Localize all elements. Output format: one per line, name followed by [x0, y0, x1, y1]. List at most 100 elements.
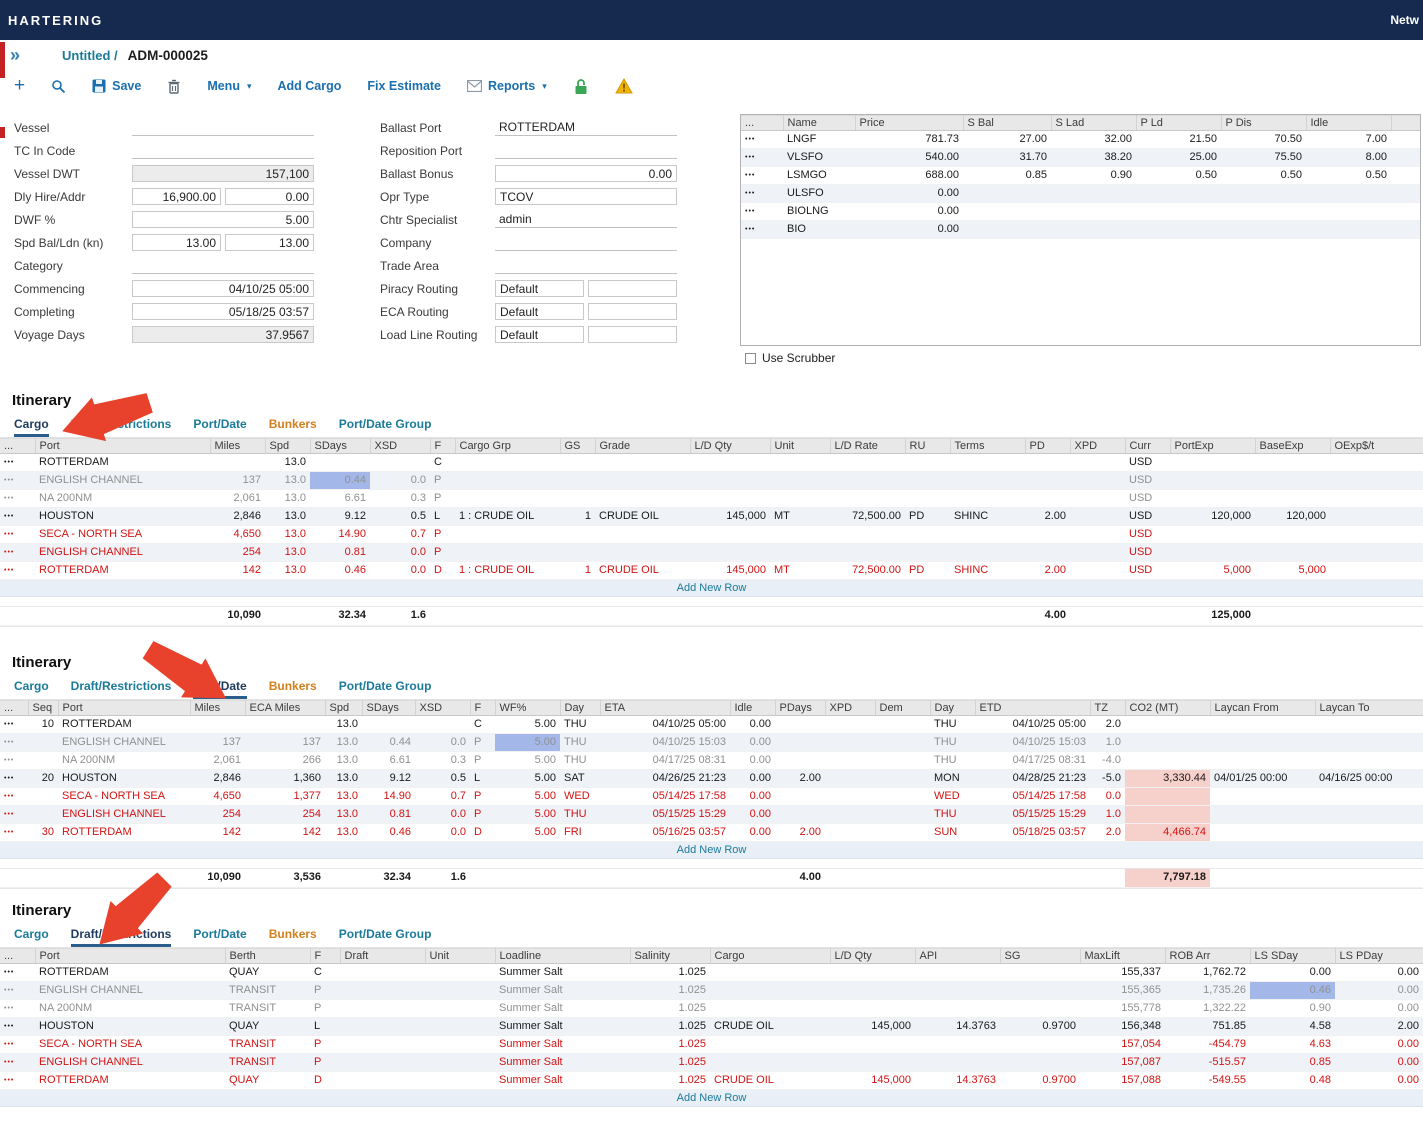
- cell[interactable]: 0.00: [730, 770, 775, 788]
- reports-button[interactable]: Reports ▾: [467, 79, 547, 93]
- col-price[interactable]: Price: [855, 116, 963, 131]
- add-new-row-link[interactable]: Add New Row: [0, 580, 1423, 597]
- cell[interactable]: [455, 544, 560, 562]
- cell[interactable]: [1210, 716, 1315, 734]
- tab-cargo[interactable]: Cargo: [14, 417, 49, 437]
- cell[interactable]: [875, 788, 930, 806]
- cell[interactable]: [455, 472, 560, 490]
- cell[interactable]: 1.6: [370, 607, 430, 625]
- cell[interactable]: 2.00: [1025, 562, 1070, 580]
- reposition-port-field[interactable]: [495, 142, 677, 159]
- cell[interactable]: [1315, 734, 1423, 752]
- cell[interactable]: [830, 1036, 915, 1054]
- eca-routing-field-1[interactable]: Default: [495, 303, 584, 320]
- cell[interactable]: [1315, 824, 1423, 842]
- row-menu-button[interactable]: •••: [0, 824, 28, 842]
- dly-hire-addr-field-1[interactable]: 16,900.00: [132, 188, 221, 205]
- cell[interactable]: 0.00: [1335, 1054, 1423, 1072]
- cell[interactable]: 0.00: [730, 788, 775, 806]
- cell[interactable]: [950, 544, 1025, 562]
- cell[interactable]: 3,330.44: [1125, 770, 1210, 788]
- cell[interactable]: 0.48: [1250, 1072, 1335, 1090]
- cell[interactable]: 04/10/25 15:03: [975, 734, 1090, 752]
- cell[interactable]: P: [470, 788, 495, 806]
- cell[interactable]: 540.00: [855, 149, 963, 167]
- cell[interactable]: ENGLISH CHANNEL: [58, 734, 190, 752]
- cell[interactable]: [1306, 185, 1391, 203]
- cell[interactable]: [1070, 526, 1125, 544]
- cell[interactable]: 1.025: [630, 1018, 710, 1036]
- category-field[interactable]: [132, 257, 314, 274]
- cell[interactable]: 2.00: [775, 824, 825, 842]
- cell[interactable]: P: [430, 526, 455, 544]
- col-spd[interactable]: Spd: [325, 701, 362, 716]
- cell[interactable]: 1,360: [245, 770, 325, 788]
- breadcrumb-untitled[interactable]: Untitled /: [62, 48, 118, 63]
- cell[interactable]: [770, 472, 830, 490]
- cell[interactable]: [1125, 788, 1210, 806]
- cell[interactable]: [1000, 964, 1080, 982]
- col-pdays[interactable]: PDays: [775, 701, 825, 716]
- cell[interactable]: SAT: [560, 770, 600, 788]
- cell[interactable]: 157,087: [1080, 1054, 1165, 1072]
- row-menu-button[interactable]: •••: [741, 131, 783, 149]
- row-menu-button[interactable]: •••: [0, 508, 35, 526]
- cell[interactable]: [830, 982, 915, 1000]
- col-xsd[interactable]: XSD: [415, 701, 470, 716]
- cell[interactable]: [430, 607, 455, 625]
- cell[interactable]: [340, 1036, 425, 1054]
- cell[interactable]: [425, 1036, 495, 1054]
- cell[interactable]: [1136, 203, 1221, 221]
- cell[interactable]: [245, 716, 325, 734]
- col-f[interactable]: F: [310, 949, 340, 964]
- cell[interactable]: 13.0: [325, 770, 362, 788]
- cell[interactable]: 32.34: [310, 607, 370, 625]
- cell[interactable]: [875, 806, 930, 824]
- cell[interactable]: 13.0: [325, 824, 362, 842]
- commencing-field[interactable]: 04/10/25 05:00: [132, 280, 314, 297]
- cell[interactable]: [1315, 716, 1423, 734]
- col-laycan-from[interactable]: Laycan From: [1210, 701, 1315, 716]
- cell[interactable]: Summer Salt: [495, 1036, 630, 1054]
- cell[interactable]: P: [430, 472, 455, 490]
- cell[interactable]: ENGLISH CHANNEL: [58, 806, 190, 824]
- col-spacer[interactable]: ...: [0, 949, 35, 964]
- cell[interactable]: [560, 869, 600, 887]
- cell[interactable]: 137: [245, 734, 325, 752]
- cell[interactable]: 751.85: [1165, 1018, 1250, 1036]
- cell[interactable]: [595, 454, 690, 472]
- cell[interactable]: [775, 752, 825, 770]
- cell[interactable]: [930, 869, 975, 887]
- cell[interactable]: [825, 869, 875, 887]
- cell[interactable]: D: [430, 562, 455, 580]
- cell[interactable]: 05/16/25 03:57: [600, 824, 730, 842]
- cell[interactable]: 5.00: [495, 788, 560, 806]
- cell[interactable]: 04/17/25 08:31: [600, 752, 730, 770]
- vessel-field[interactable]: [132, 119, 314, 136]
- row-menu-button[interactable]: •••: [0, 544, 35, 562]
- cell[interactable]: 30: [28, 824, 58, 842]
- cell[interactable]: Summer Salt: [495, 964, 630, 982]
- cell[interactable]: 0.44: [362, 734, 415, 752]
- cell[interactable]: [495, 869, 560, 887]
- row-menu-button[interactable]: •••: [0, 454, 35, 472]
- cell[interactable]: 25.00: [1136, 149, 1221, 167]
- cell[interactable]: 13.0: [325, 716, 362, 734]
- cell[interactable]: 155,365: [1080, 982, 1165, 1000]
- cell[interactable]: -515.57: [1165, 1054, 1250, 1072]
- col-port[interactable]: Port: [58, 701, 190, 716]
- cell[interactable]: [425, 1072, 495, 1090]
- cell[interactable]: [1221, 185, 1306, 203]
- cell[interactable]: [875, 770, 930, 788]
- cell[interactable]: [1391, 149, 1421, 167]
- cell[interactable]: 688.00: [855, 167, 963, 185]
- cell[interactable]: L: [310, 1018, 340, 1036]
- cell[interactable]: 31.70: [963, 149, 1051, 167]
- cell[interactable]: 1,377: [245, 788, 325, 806]
- menu-button[interactable]: Menu ▾: [207, 79, 251, 93]
- cell[interactable]: [905, 526, 950, 544]
- cell[interactable]: SHINC: [950, 562, 1025, 580]
- cell[interactable]: [210, 454, 265, 472]
- cell[interactable]: [830, 1000, 915, 1018]
- cell[interactable]: [560, 454, 595, 472]
